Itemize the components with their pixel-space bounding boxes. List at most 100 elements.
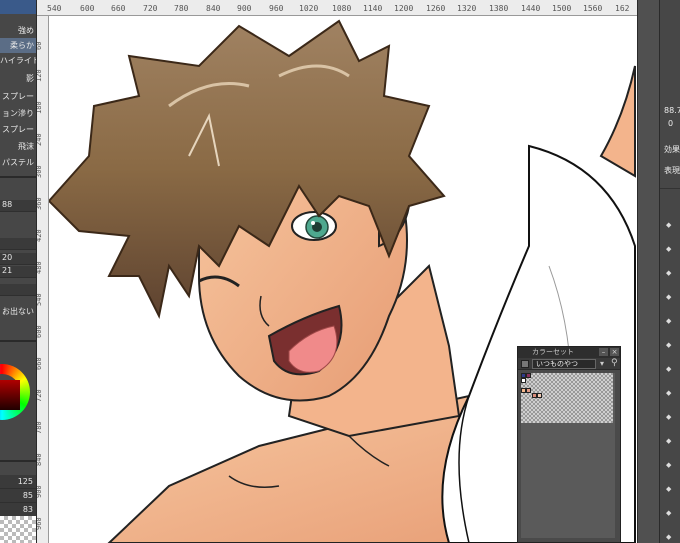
eye-icon[interactable]: ◆ — [666, 318, 674, 325]
ruler-label: 660 — [37, 357, 43, 370]
color-swatch[interactable] — [521, 378, 526, 383]
divider — [660, 188, 680, 189]
sub-tool-1[interactable]: 柔らか — [0, 38, 36, 53]
color-set-toolbar: いつものやつ ▾ ⚲ — [518, 358, 620, 370]
ruler-label: 1200 — [394, 4, 414, 13]
eye-icon[interactable]: ◆ — [666, 414, 674, 421]
eye-icon[interactable]: ◆ — [666, 510, 674, 517]
minimize-icon[interactable]: – — [599, 348, 608, 356]
ruler-label: 540 — [37, 293, 43, 306]
ruler-label: 720 — [37, 389, 43, 402]
chevron-down-icon[interactable]: ▾ — [600, 359, 604, 368]
ruler-label: 60 — [37, 41, 43, 50]
eye-icon[interactable]: ◆ — [666, 342, 674, 349]
ruler-label: 840 — [206, 4, 221, 13]
property-row[interactable]: 88 — [0, 200, 36, 212]
eye-icon[interactable]: ◆ — [666, 246, 674, 253]
ruler-label: 900 — [237, 4, 252, 13]
eyedropper-icon[interactable]: ⚲ — [611, 358, 618, 368]
property-row[interactable] — [0, 238, 36, 250]
property-value-2: 21 — [2, 266, 13, 275]
rgb-b-row[interactable]: 83 — [0, 503, 36, 517]
ruler-label: 1380 — [489, 4, 509, 13]
color-set-window[interactable]: カラーセット – × いつものやつ ▾ ⚲ — [517, 346, 621, 543]
property-row[interactable]: 21 — [0, 266, 36, 278]
display-label: 表現 — [664, 166, 680, 175]
property-value-0: 88 — [2, 200, 13, 209]
ruler-label: 1320 — [457, 4, 477, 13]
ruler-label: 960 — [269, 4, 284, 13]
sub-tool-6[interactable]: スプレー — [0, 122, 36, 137]
ruler-label: 840 — [37, 453, 43, 466]
sub-tool-5[interactable]: ョン滲り — [0, 106, 36, 121]
eye-icon[interactable]: ◆ — [666, 534, 674, 541]
color-set-title: カラーセット — [532, 348, 574, 356]
ruler-label: 1500 — [552, 4, 572, 13]
close-icon[interactable]: × — [610, 348, 619, 356]
sub-tool-4[interactable]: スプレー — [0, 89, 36, 104]
color-swatch[interactable] — [537, 393, 542, 398]
color-swatches[interactable] — [521, 373, 613, 423]
ruler-label: 1260 — [426, 4, 446, 13]
rgb-r-row[interactable]: 125 — [0, 475, 36, 489]
divider — [0, 340, 36, 342]
property-value-1: 20 — [2, 253, 13, 262]
ruler-label: 180 — [37, 101, 43, 114]
ruler-left: 60 120 180 240 300 360 420 480 540 600 6… — [37, 16, 49, 543]
eye-icon[interactable]: ◆ — [666, 486, 674, 493]
ruler-label: 300 — [37, 165, 43, 178]
divider — [0, 460, 36, 462]
color-swatch[interactable] — [526, 373, 531, 378]
property-row[interactable]: 20 — [0, 253, 36, 265]
rgb-g-row[interactable]: 85 — [0, 489, 36, 503]
ruler-label: 1560 — [583, 4, 603, 13]
ruler-label: 360 — [37, 197, 43, 210]
property-row[interactable] — [0, 284, 36, 296]
divider — [0, 176, 36, 178]
menu-icon[interactable] — [521, 360, 529, 368]
tool-header[interactable] — [0, 0, 36, 14]
rgb-r-value: 125 — [17, 477, 33, 486]
rgb-g-value: 85 — [22, 491, 33, 500]
ruler-label: 162 — [615, 4, 630, 13]
ruler-label: 900 — [37, 485, 43, 498]
value-label: 0 — [668, 119, 674, 128]
sub-tool-0[interactable]: 強め — [0, 23, 36, 38]
opacity-value: 88.7 — [664, 106, 680, 115]
ruler-label: 420 — [37, 229, 43, 242]
eye-icon[interactable]: ◆ — [666, 222, 674, 229]
eye-icon[interactable]: ◆ — [666, 438, 674, 445]
ruler-label: 780 — [174, 4, 189, 13]
eye-icon[interactable]: ◆ — [666, 270, 674, 277]
ruler-label: 960 — [37, 517, 43, 530]
left-tool-panel: 強め 柔らか ハイライト 影 スプレー ョン滲り スプレー 飛沫 パステル 88… — [0, 0, 37, 543]
color-set-title-bar[interactable]: カラーセット – × — [518, 347, 620, 358]
ruler-label: 1440 — [521, 4, 541, 13]
eye-highlight — [311, 221, 315, 225]
transparent-color-swatch[interactable] — [0, 516, 36, 543]
ruler-label: 1020 — [299, 4, 319, 13]
color-set-dropdown[interactable]: いつものやつ — [532, 359, 596, 369]
right-scroll-strip[interactable] — [637, 0, 659, 543]
eye-icon[interactable]: ◆ — [666, 366, 674, 373]
effect-label: 効果 — [664, 145, 680, 154]
option-label[interactable]: お出ない — [0, 304, 36, 319]
layer-panel: 88.7 0 効果 表現 ◆ ◆ ◆ ◆ ◆ ◆ ◆ ◆ ◆ ◆ ◆ ◆ ◆ ◆ — [659, 0, 680, 543]
sub-tool-2[interactable]: ハイライト — [0, 53, 36, 68]
rgb-b-value: 83 — [22, 505, 33, 514]
color-set-name: いつものやつ — [536, 360, 578, 368]
color-saturation-square[interactable] — [0, 380, 20, 410]
eye-icon[interactable]: ◆ — [666, 294, 674, 301]
eye-icon[interactable]: ◆ — [666, 390, 674, 397]
sub-tool-3[interactable]: 影 — [0, 71, 36, 86]
ruler-label: 660 — [111, 4, 126, 13]
ruler-label: 1140 — [363, 4, 383, 13]
sub-tool-8[interactable]: パステル — [0, 155, 36, 170]
color-swatch[interactable] — [526, 388, 531, 393]
ruler-label: 600 — [37, 325, 43, 338]
ruler-label: 120 — [37, 69, 43, 82]
sub-tool-7[interactable]: 飛沫 — [0, 139, 36, 154]
eye-icon[interactable]: ◆ — [666, 462, 674, 469]
ruler-label: 780 — [37, 421, 43, 434]
ruler-label: 720 — [143, 4, 158, 13]
